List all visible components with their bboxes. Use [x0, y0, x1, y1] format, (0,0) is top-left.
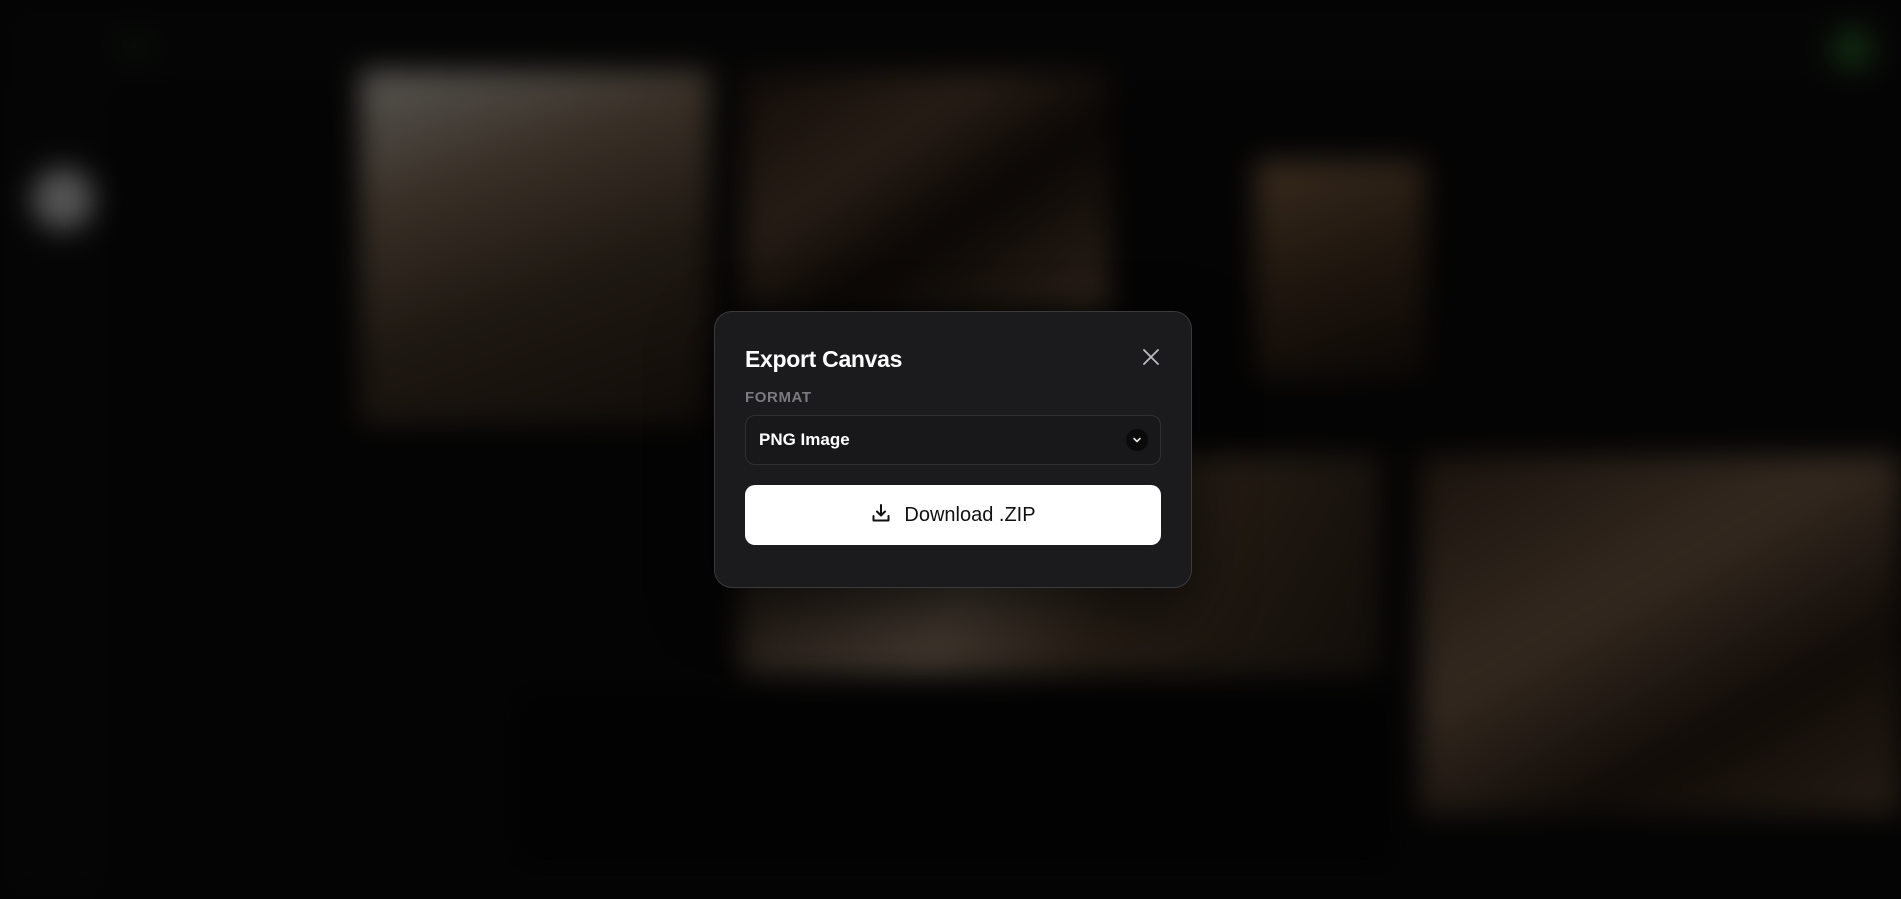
dialog-header: Export Canvas [745, 342, 1161, 376]
app-screen: Export Canvas FORMAT PNG Image Download … [0, 0, 1901, 899]
chevron-down-icon [1126, 429, 1148, 451]
close-button[interactable] [1137, 345, 1165, 373]
close-icon [1142, 348, 1160, 371]
format-label: FORMAT [745, 389, 812, 406]
export-canvas-dialog: Export Canvas FORMAT PNG Image Download … [714, 311, 1192, 588]
format-select-value: PNG Image [759, 430, 850, 449]
format-select[interactable]: PNG Image [745, 415, 1161, 465]
download-button-label: Download .ZIP [904, 503, 1036, 526]
download-zip-button[interactable]: Download .ZIP [745, 485, 1161, 545]
dialog-title: Export Canvas [745, 345, 903, 372]
download-icon [870, 502, 892, 529]
